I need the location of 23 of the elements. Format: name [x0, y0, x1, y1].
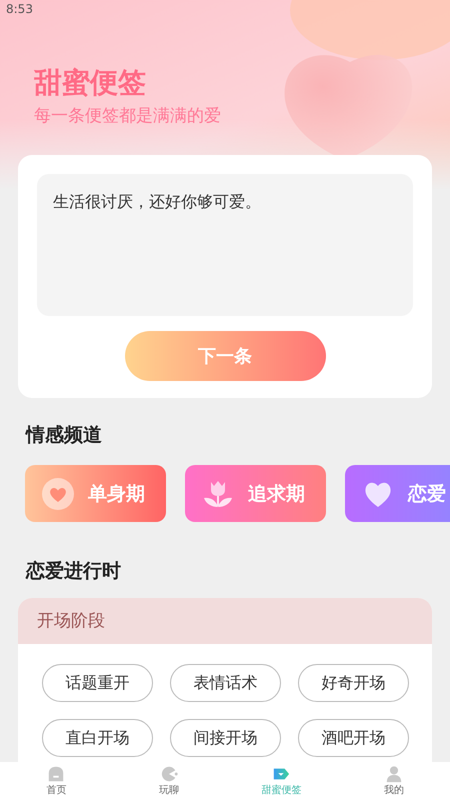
tag-chip[interactable]: 酒吧开场 — [298, 719, 409, 757]
stage-header: 开场阶段 — [18, 598, 432, 644]
channel-card[interactable]: 恋爱 — [345, 465, 450, 522]
tag-chip[interactable]: 表情话术 — [170, 664, 281, 702]
app-title: 甜蜜便签 — [34, 65, 147, 101]
home-icon — [47, 765, 66, 783]
tag-chip[interactable]: 直白开场 — [42, 719, 153, 757]
tab-item[interactable]: 玩聊 — [112, 762, 225, 800]
channel-label: 单身期 — [88, 482, 145, 506]
user-icon — [384, 765, 403, 783]
tag-chip[interactable]: 好奇开场 — [298, 664, 409, 702]
pacman-icon — [160, 765, 178, 783]
tag-chip[interactable]: 话题重开 — [42, 664, 153, 702]
channel-label: 追求期 — [248, 482, 305, 506]
channel-label: 恋爱 — [408, 482, 446, 506]
note-text: 生活很讨厌，还好你够可爱。 — [37, 174, 413, 316]
tab-item[interactable]: 首页 — [0, 762, 112, 800]
section-title: 恋爱进行时 — [26, 559, 122, 584]
section-title: 情感频道 — [26, 423, 103, 448]
tab-item[interactable]: 我的 — [338, 762, 450, 800]
status-time: 8:53 — [6, 2, 33, 16]
app-subtitle: 每一条便签都是满满的爱 — [34, 105, 222, 127]
tag-chip[interactable]: 间接开场 — [170, 719, 281, 757]
